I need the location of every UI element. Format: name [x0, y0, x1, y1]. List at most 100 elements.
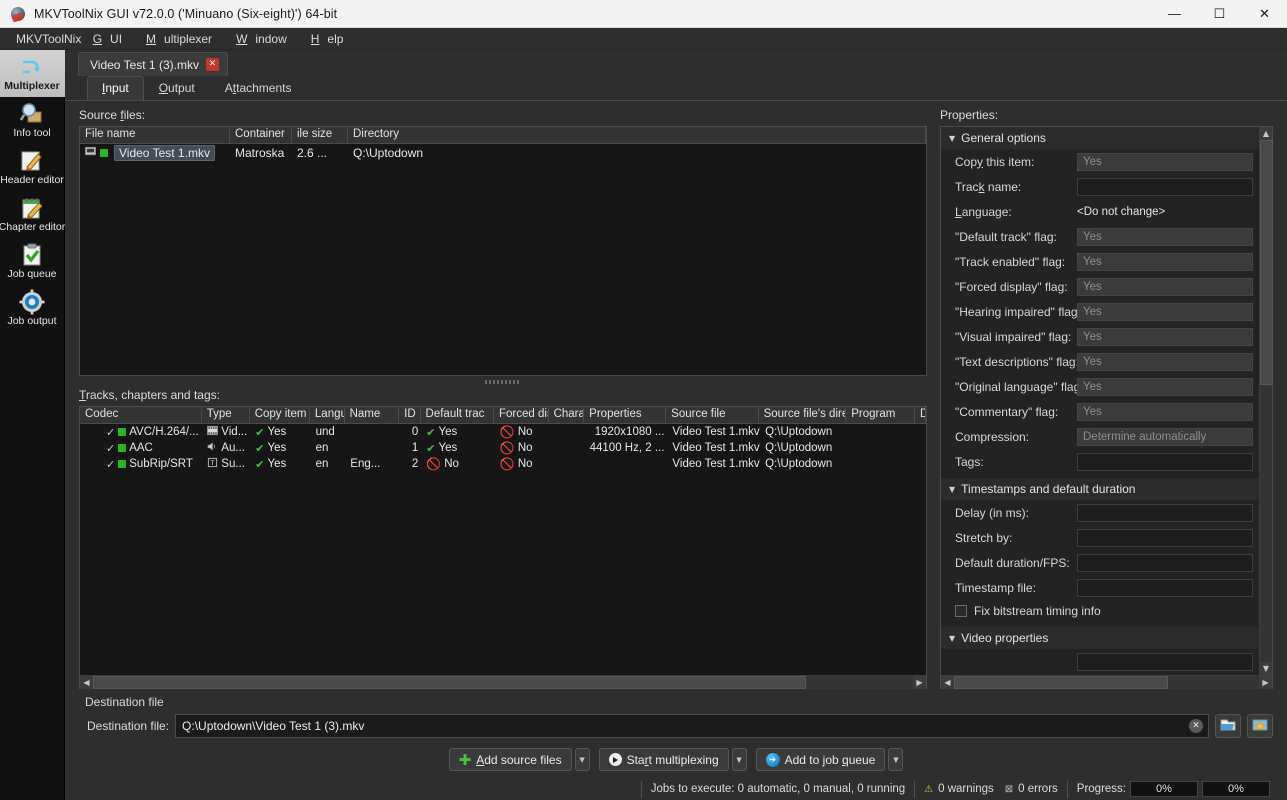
property-hearing-impaired-flag: "Hearing impaired" flag: Yes — [941, 299, 1259, 324]
destination-input[interactable]: Q:\Uptodown\Video Test 1 (3).mkv ✕ — [175, 714, 1209, 738]
chevron-down-icon[interactable]: ▼ — [949, 485, 955, 494]
scrollbar-thumb[interactable] — [93, 676, 806, 689]
checkbox-icon[interactable]: ✓ — [106, 426, 115, 439]
table-row[interactable]: ✓ AAC Au... ✔Yes — [80, 440, 926, 456]
menu-mkvtoolnix-gui[interactable]: MKVToolNix GUI — [8, 29, 130, 49]
column-characterset[interactable]: Chara — [549, 407, 585, 423]
property-value[interactable]: Yes — [1077, 378, 1253, 396]
checkbox-icon[interactable] — [955, 605, 967, 617]
column-file-name[interactable]: File name — [80, 127, 230, 143]
add-to-job-queue-dropdown[interactable]: ▼ — [888, 748, 903, 771]
column-delay[interactable]: Delay — [915, 407, 926, 423]
column-container[interactable]: Container — [230, 127, 292, 143]
menu-help[interactable]: Help — [295, 29, 352, 49]
property-value[interactable]: Yes — [1077, 303, 1253, 321]
property-value[interactable] — [1077, 529, 1253, 547]
property-value[interactable] — [1077, 178, 1253, 196]
column-codec[interactable]: Codec — [80, 407, 202, 423]
checkbox-icon[interactable]: ✓ — [106, 442, 115, 455]
close-button[interactable]: ✕ — [1242, 0, 1287, 28]
group-video-properties[interactable]: ▼ Video properties — [941, 627, 1259, 649]
source-files-table[interactable]: File name Container ile size Directory — [79, 126, 927, 376]
property-value[interactable]: Determine automatically — [1077, 428, 1253, 446]
scrollbar-track[interactable] — [93, 676, 913, 689]
column-type[interactable]: Type — [202, 407, 250, 423]
property-value[interactable] — [1077, 653, 1253, 671]
property-value[interactable]: Yes — [1077, 228, 1253, 246]
column-file-size[interactable]: ile size — [292, 127, 348, 143]
column-forced-display[interactable]: Forced dis — [494, 407, 549, 423]
tab-attachments[interactable]: Attachments — [210, 76, 307, 100]
table-row[interactable]: ✓ SubRip/SRT T Su... — [80, 456, 926, 472]
property-value[interactable] — [1077, 504, 1253, 522]
sidebar-item-chapter-editor[interactable]: Chapter editor — [0, 191, 65, 238]
sidebar-item-header-editor[interactable]: Header editor — [0, 144, 65, 191]
property-track-enabled-flag: "Track enabled" flag: Yes — [941, 249, 1259, 274]
clear-icon[interactable]: ✕ — [1189, 719, 1203, 733]
scrollbar-track[interactable] — [1260, 140, 1272, 662]
add-to-job-queue-button[interactable]: ➜ Add to job queue — [756, 748, 886, 771]
document-tab[interactable]: Video Test 1 (3).mkv ✕ — [78, 52, 228, 76]
scroll-right-icon[interactable]: ▶ — [913, 676, 926, 689]
property-value[interactable]: Yes — [1077, 328, 1253, 346]
chevron-down-icon[interactable]: ▼ — [949, 134, 955, 143]
group-timestamps[interactable]: ▼ Timestamps and default duration — [941, 478, 1259, 500]
properties-horizontal-scrollbar[interactable]: ◀ ▶ — [941, 675, 1272, 688]
group-general-options[interactable]: ▼ General options — [941, 127, 1259, 149]
scroll-down-icon[interactable]: ▼ — [1260, 662, 1272, 675]
tracks-table[interactable]: Codec Type Copy item Langu Name ID Defau… — [79, 406, 927, 689]
property-value[interactable]: Yes — [1077, 403, 1253, 421]
checkbox-icon[interactable]: ✓ — [106, 458, 115, 471]
properties-vertical-scrollbar[interactable]: ▲ ▼ — [1259, 127, 1272, 675]
scrollbar-track[interactable] — [954, 676, 1259, 689]
scroll-right-icon[interactable]: ▶ — [1259, 676, 1272, 689]
chevron-down-icon[interactable]: ▼ — [949, 634, 955, 643]
close-icon[interactable]: ✕ — [206, 58, 219, 71]
minimize-button[interactable]: — — [1152, 0, 1197, 28]
column-default-track[interactable]: Default trac — [421, 407, 494, 423]
tracks-horizontal-scrollbar[interactable]: ◀ ▶ — [80, 675, 926, 688]
table-row[interactable]: ✓ AVC/H.264/... Vid... — [80, 424, 926, 440]
scrollbar-thumb[interactable] — [1260, 140, 1273, 385]
menu-multiplexer[interactable]: Multiplexer — [130, 29, 220, 49]
browse-button[interactable] — [1215, 714, 1241, 738]
sidebar-item-multiplexer[interactable]: Multiplexer — [0, 50, 65, 97]
tab-output[interactable]: Output — [144, 76, 210, 100]
scrollbar-thumb[interactable] — [954, 676, 1168, 689]
property-value[interactable] — [1077, 579, 1253, 597]
menu-window[interactable]: Window — [220, 29, 295, 49]
sidebar-item-info-tool[interactable]: Info tool — [0, 97, 65, 144]
column-source-dir[interactable]: Source file's direct — [759, 407, 847, 423]
table-row[interactable]: Video Test 1.mkv Matroska 2.6 ... Q:\Upt… — [80, 144, 926, 161]
column-language[interactable]: Langu — [310, 407, 345, 423]
column-source-file[interactable]: Source file — [666, 407, 758, 423]
property-value[interactable] — [1077, 453, 1253, 471]
column-program[interactable]: Program — [846, 407, 915, 423]
pane-splitter[interactable] — [79, 376, 927, 387]
property-value[interactable] — [1077, 554, 1253, 572]
scroll-left-icon[interactable]: ◀ — [80, 676, 93, 689]
add-source-files-button[interactable]: ✚ Add source files — [449, 748, 572, 771]
property-value[interactable]: Yes — [1077, 153, 1253, 171]
property-value[interactable]: Yes — [1077, 278, 1253, 296]
column-properties[interactable]: Properties — [584, 407, 666, 423]
property-value[interactable]: Yes — [1077, 253, 1253, 271]
column-directory[interactable]: Directory — [348, 127, 926, 143]
property-value[interactable]: <Do not change> — [1077, 203, 1253, 221]
maximize-button[interactable]: ☐ — [1197, 0, 1242, 28]
add-source-files-dropdown[interactable]: ▼ — [575, 748, 590, 771]
track-language: und — [312, 426, 347, 438]
column-name[interactable]: Name — [345, 407, 400, 423]
start-multiplexing-dropdown[interactable]: ▼ — [732, 748, 747, 771]
column-id[interactable]: ID — [399, 407, 420, 423]
sidebar-item-job-output[interactable]: Job output — [0, 285, 65, 332]
scroll-up-icon[interactable]: ▲ — [1260, 127, 1272, 140]
scroll-left-icon[interactable]: ◀ — [941, 676, 954, 689]
tab-input[interactable]: Input — [87, 76, 144, 100]
sidebar-item-job-queue[interactable]: Job queue — [0, 238, 65, 285]
favorite-button[interactable] — [1247, 714, 1273, 738]
property-value[interactable]: Yes — [1077, 353, 1253, 371]
column-copy-item[interactable]: Copy item — [250, 407, 310, 423]
checkbox-fix-bitstream-timing[interactable]: Fix bitstream timing info — [941, 600, 1259, 622]
start-multiplexing-button[interactable]: Start multiplexing — [599, 748, 729, 771]
